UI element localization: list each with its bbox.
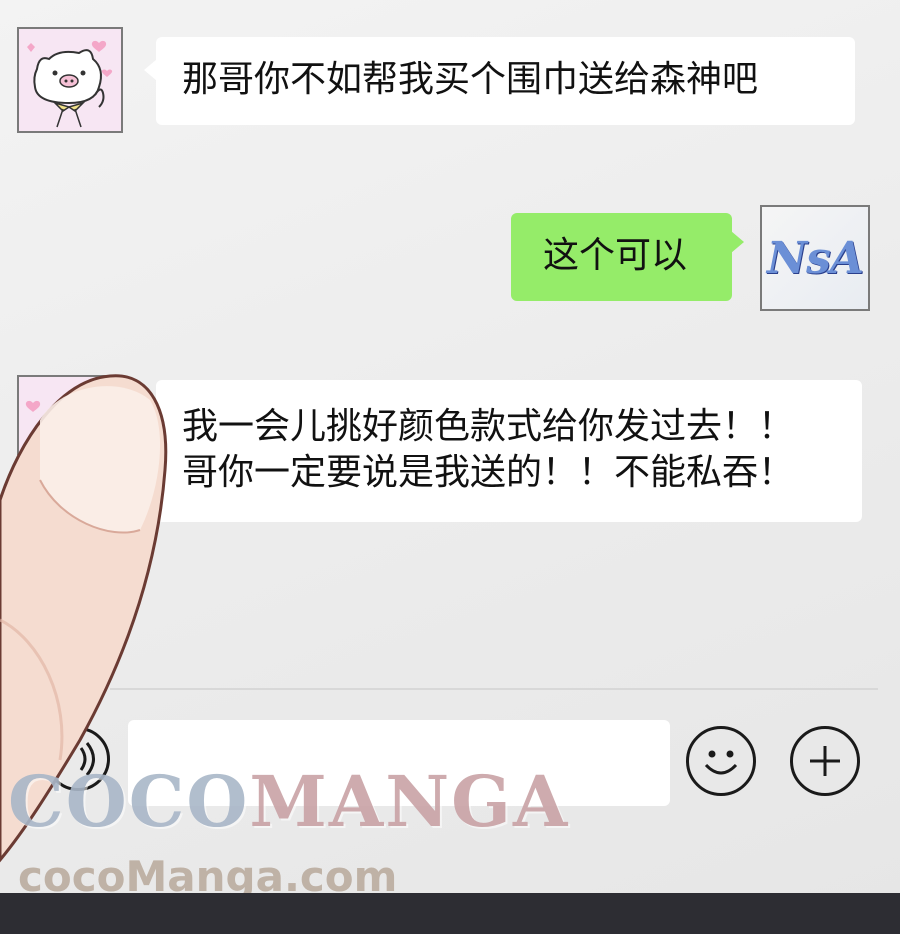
watermark-brand-part2: MANGA <box>249 760 570 843</box>
device-bottom-bezel <box>0 893 900 934</box>
watermark-brand-part1: COCO <box>8 760 250 843</box>
chat-screen: 那哥你不如帮我买个围巾送给森神吧 这个可以 NsA 我一会儿挑好颜色款式给你发过… <box>0 0 900 890</box>
finger-illustration <box>0 374 168 863</box>
watermark-brand: COCOMANGA <box>8 760 569 843</box>
